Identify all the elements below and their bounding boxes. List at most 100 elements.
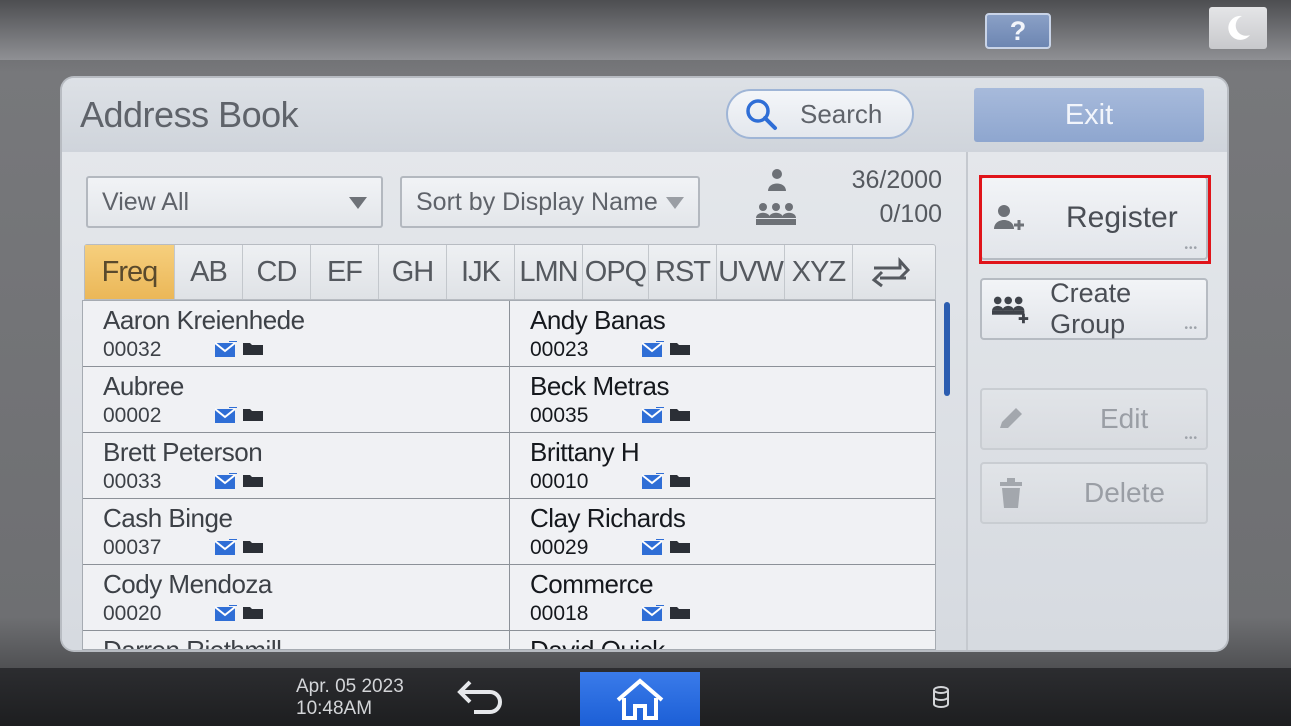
chevron-down-icon	[349, 197, 367, 209]
moon-icon	[1228, 15, 1250, 40]
scrollbar-thumb[interactable]	[944, 302, 950, 396]
time-text: 10:48AM	[296, 698, 373, 719]
pencil-icon	[1000, 408, 1022, 428]
trash-icon	[1000, 478, 1022, 508]
more-dots-icon: •••	[1184, 433, 1198, 444]
top-status-bar: ?	[0, 0, 1291, 60]
storage-icon	[933, 686, 949, 708]
contact-number: 00020	[103, 602, 162, 625]
tab-ijk[interactable]: IJK	[447, 245, 515, 299]
contact-number: 00029	[530, 536, 589, 559]
list-item[interactable]: Aubree 00002	[83, 367, 509, 433]
energy-saver-button[interactable]	[1209, 7, 1267, 49]
create-group-label: Create Group	[1050, 278, 1132, 339]
sort-select[interactable]: Sort by Display Name	[400, 176, 700, 228]
tab-freq[interactable]: Freq	[85, 245, 175, 299]
contact-name: Aubree	[103, 371, 184, 401]
contact-number: 00035	[530, 404, 589, 427]
tab-gh[interactable]: GH	[379, 245, 447, 299]
email-icon	[215, 605, 237, 621]
folder-icon	[670, 343, 690, 355]
edit-label: Edit	[1100, 403, 1149, 434]
group-icon	[756, 203, 796, 225]
contact-name: Darren Riethmill	[103, 635, 282, 650]
tab-xyz[interactable]: XYZ	[785, 245, 853, 299]
swap-view-button[interactable]	[853, 245, 927, 299]
edit-button[interactable]: Edit •••	[980, 388, 1208, 450]
tab-cd[interactable]: CD	[243, 245, 311, 299]
contact-name: Clay Richards	[530, 503, 686, 533]
swap-arrows-icon	[871, 257, 910, 288]
chevron-down-icon	[666, 197, 684, 209]
list-item[interactable]: Cash Binge 00037	[83, 499, 509, 565]
table-row: Cody Mendoza 00020 Commerce 00018	[83, 565, 935, 631]
entry-counts: 36/2000 0/100	[752, 166, 942, 230]
email-icon	[642, 341, 664, 357]
tab-opq[interactable]: OPQ	[583, 245, 649, 299]
contact-name: David Quick	[530, 635, 665, 650]
email-icon	[642, 473, 664, 489]
back-arrow-icon	[457, 680, 502, 714]
tab-ab[interactable]: AB	[175, 245, 243, 299]
user-icon	[768, 169, 786, 191]
contact-name: Aaron Kreienhede	[103, 305, 305, 335]
folder-icon	[243, 409, 263, 421]
date-text: Apr. 05 2023	[296, 676, 404, 697]
dialog-header: Address Book Search Exit	[62, 78, 1227, 152]
view-filter-value: View All	[102, 187, 190, 216]
contact-name: Commerce	[530, 569, 654, 599]
list-item[interactable]: Commerce 00018	[509, 565, 935, 631]
address-book-dialog: Address Book Search Exit View All Sort b…	[62, 78, 1227, 650]
list-item[interactable]: Beck Metras 00035	[509, 367, 935, 433]
alphabet-tabs: Freq AB CD EF GH IJK LMN OPQ RST UVW XYZ	[84, 244, 936, 300]
register-label: Register	[1066, 201, 1178, 234]
contact-name: Brittany H	[530, 437, 640, 467]
tab-ef[interactable]: EF	[311, 245, 379, 299]
list-item[interactable]: Aaron Kreienhede 00032	[83, 301, 509, 367]
delete-label: Delete	[1084, 477, 1165, 508]
email-icon	[642, 605, 664, 621]
list-item[interactable]: Andy Banas 00023	[509, 301, 935, 367]
sort-value: Sort by Display Name	[416, 187, 658, 216]
contact-number: 00033	[103, 470, 162, 493]
email-icon	[215, 473, 237, 489]
register-button[interactable]: Register •••	[980, 176, 1208, 260]
list-item[interactable]: David Quick	[509, 631, 935, 650]
view-filter-select[interactable]: View All	[86, 176, 383, 228]
search-icon	[746, 99, 777, 130]
date-time: Apr. 05 2023 10:48AM	[296, 676, 404, 720]
dialog-body: View All Sort by Display Name 36/2000 0/…	[62, 152, 1227, 650]
folder-icon	[243, 541, 263, 553]
list-item[interactable]: Brittany H 00010	[509, 433, 935, 499]
list-item[interactable]: Brett Peterson 00033	[83, 433, 509, 499]
delete-button[interactable]: Delete	[980, 462, 1208, 524]
email-icon	[642, 539, 664, 555]
contact-name: Cash Binge	[103, 503, 233, 533]
create-group-button[interactable]: Create Group •••	[980, 278, 1208, 340]
user-count: 36/2000	[851, 166, 942, 194]
tab-lmn[interactable]: LMN	[515, 245, 583, 299]
contact-number: 00023	[530, 338, 589, 361]
exit-button[interactable]: Exit	[974, 88, 1204, 142]
folder-icon	[243, 343, 263, 355]
search-button[interactable]: Search	[726, 89, 914, 139]
back-button[interactable]	[456, 678, 506, 716]
contact-name: Brett Peterson	[103, 437, 263, 467]
list-item[interactable]: Clay Richards 00029	[509, 499, 935, 565]
email-icon	[215, 407, 237, 423]
email-icon	[215, 341, 237, 357]
list-item[interactable]: Cody Mendoza 00020	[83, 565, 509, 631]
contact-number: 00002	[103, 404, 162, 427]
tab-uvw[interactable]: UVW	[717, 245, 785, 299]
list-item[interactable]: Darren Riethmill	[83, 631, 509, 650]
help-button[interactable]: ?	[985, 13, 1051, 49]
home-button[interactable]	[580, 672, 700, 726]
folder-icon	[670, 409, 690, 421]
contact-name: Beck Metras	[530, 371, 670, 401]
home-icon	[616, 678, 664, 720]
contact-number: 00032	[103, 338, 162, 361]
search-label: Search	[800, 98, 883, 129]
contact-number: 00010	[530, 470, 589, 493]
tab-rst[interactable]: RST	[649, 245, 717, 299]
folder-icon	[670, 541, 690, 553]
